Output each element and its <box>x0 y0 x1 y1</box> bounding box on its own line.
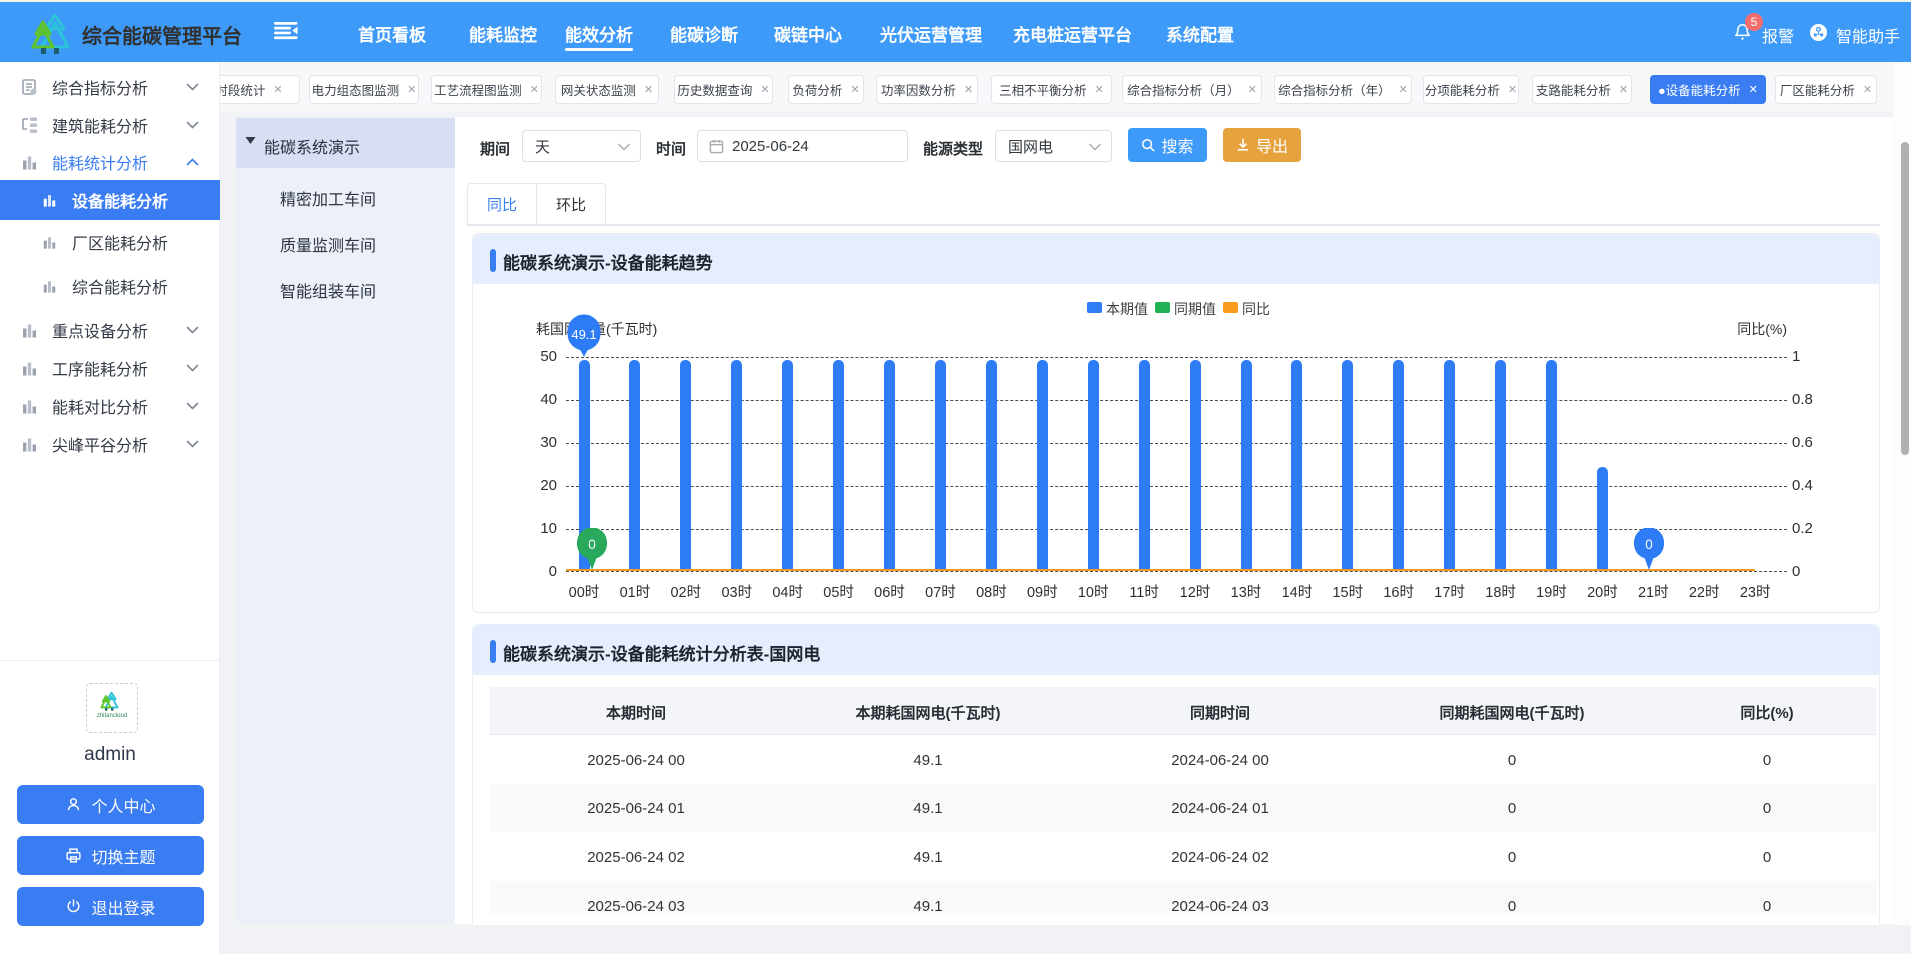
svg-text:0: 0 <box>588 537 596 552</box>
svg-text:49.1: 49.1 <box>571 327 596 342</box>
svg-text:0: 0 <box>1645 537 1653 552</box>
